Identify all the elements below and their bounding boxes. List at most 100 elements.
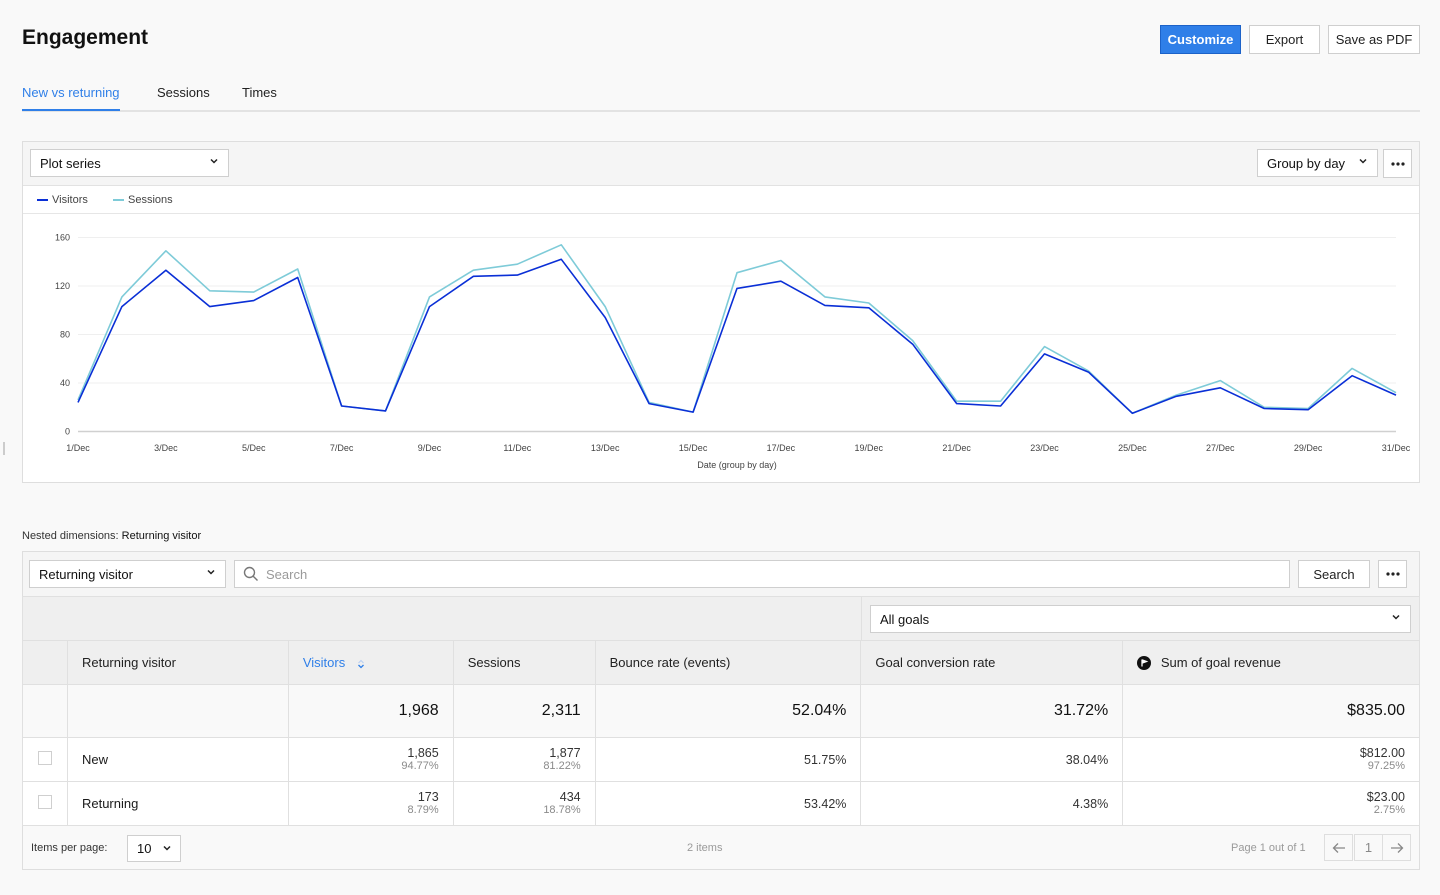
x-tick-label: 7/Dec xyxy=(330,443,354,453)
header-select-cell xyxy=(22,640,68,685)
x-tick-label: 27/Dec xyxy=(1206,443,1235,453)
row-sessions: 1,877 xyxy=(549,746,581,760)
search-input[interactable] xyxy=(266,566,1289,582)
chart-toolbar: Plot series Group by day xyxy=(23,142,1419,186)
customize-button[interactable]: Customize xyxy=(1160,25,1241,54)
row-conversion-value: 4.38% xyxy=(1072,797,1109,811)
legend-swatch-sessions xyxy=(113,199,124,201)
page-title: Engagement xyxy=(22,26,149,49)
row-select-cell xyxy=(22,737,68,782)
header-bounce-rate[interactable]: Bounce rate (events) xyxy=(594,640,862,685)
x-tick-label: 25/Dec xyxy=(1118,443,1147,453)
row-revenue-cell: $812.00 97.25% xyxy=(1122,737,1420,782)
line-chart: 0 40 80 120 160 1/Dec 3/Dec 5/Dec 7/Dec 9/Dec 11/D… xyxy=(55,233,1411,471)
header-goal-conversion-rate[interactable]: Goal conversion rate xyxy=(860,640,1124,685)
totals-label-cell xyxy=(66,684,289,738)
y-tick-label: 0 xyxy=(65,427,70,437)
x-tick-label: 31/Dec xyxy=(1382,443,1411,453)
next-page-button[interactable] xyxy=(1382,834,1411,861)
x-tick-label: 15/Dec xyxy=(679,443,708,453)
row-visitors: 173 xyxy=(417,790,439,804)
items-per-page-select[interactable]: 10 xyxy=(127,835,181,862)
chart-more-button[interactable] xyxy=(1383,149,1412,178)
chevron-down-icon xyxy=(163,845,171,851)
row-visitors-pct: 8.79% xyxy=(407,804,439,816)
y-tick-label: 40 xyxy=(60,378,70,388)
x-tick-label: 23/Dec xyxy=(1030,443,1059,453)
row-bounce-rate: 53.42% xyxy=(594,781,862,826)
ellipsis-icon xyxy=(1390,161,1405,166)
header-sessions[interactable]: Sessions xyxy=(452,640,596,685)
row-sessions-pct: 18.78% xyxy=(543,804,581,816)
group-by-select[interactable]: Group by day xyxy=(1257,149,1378,177)
chevron-down-icon xyxy=(1392,614,1400,620)
goals-divider xyxy=(861,597,862,641)
export-button[interactable]: Export xyxy=(1249,25,1320,54)
chevron-down-icon xyxy=(210,158,218,164)
legend-swatch-visitors xyxy=(37,199,48,201)
chart-legend: Visitors Sessions xyxy=(23,186,1419,214)
save-as-pdf-button[interactable]: Save as PDF xyxy=(1328,25,1420,54)
x-tick-label: 21/Dec xyxy=(942,443,971,453)
search-button[interactable]: Search xyxy=(1298,560,1370,588)
header-visitors[interactable]: Visitors xyxy=(287,640,454,685)
table-row[interactable]: Returning 173 8.79% 434 18.78% 53.42% 4.38… xyxy=(22,781,1420,826)
table-header-row: Returning visitor Visitors Sessions Boun… xyxy=(22,640,1420,685)
row-bounce-rate: 51.75% xyxy=(594,737,862,782)
x-tick-label: 17/Dec xyxy=(767,443,796,453)
table-more-button[interactable] xyxy=(1378,560,1407,588)
x-tick-label: 13/Dec xyxy=(591,443,620,453)
row-checkbox[interactable] xyxy=(37,795,52,809)
legend-label-sessions: Sessions xyxy=(128,194,173,206)
row-name: New xyxy=(66,737,289,782)
arrow-left-icon xyxy=(1332,842,1345,853)
row-checkbox[interactable] xyxy=(37,751,52,765)
row-sessions-cell: 434 18.78% xyxy=(452,781,596,826)
legend-item-visitors[interactable]: Visitors xyxy=(37,194,88,206)
total-goal-revenue: $835.00 xyxy=(1122,684,1420,738)
row-bounce-value: 51.75% xyxy=(804,753,847,767)
items-per-page-label: Items per page: xyxy=(31,842,108,854)
tab-times[interactable]: Times xyxy=(242,85,277,109)
items-per-page-value: 10 xyxy=(137,841,152,856)
tab-sessions[interactable]: Sessions xyxy=(157,85,210,109)
x-axis-title: Date (group by day) xyxy=(697,460,777,470)
plot-series-select[interactable]: Plot series xyxy=(30,149,229,177)
tab-bar: New vs returning Sessions Times xyxy=(22,82,1420,112)
x-tick-label: 1/Dec xyxy=(66,443,90,453)
goals-select-label: All goals xyxy=(880,611,930,627)
ellipsis-icon xyxy=(1385,572,1400,576)
arrow-right-icon xyxy=(1390,842,1403,853)
x-tick-label: 19/Dec xyxy=(855,443,884,453)
header-returning-visitor[interactable]: Returning visitor xyxy=(66,640,289,685)
row-revenue-pct: 2.75% xyxy=(1373,804,1405,816)
header-visitors-label: Visitors xyxy=(302,655,346,670)
table-row[interactable]: New 1,865 94.77% 1,877 81.22% 51.75% 38.04… xyxy=(22,737,1420,782)
previous-page-button[interactable] xyxy=(1324,834,1353,861)
dimension-select-label: Returning visitor xyxy=(39,566,133,582)
row-sessions-pct: 81.22% xyxy=(543,760,581,772)
row-visitors-cell: 1,865 94.77% xyxy=(287,737,454,782)
header-sum-goal-revenue[interactable]: Sum of goal revenue xyxy=(1122,640,1420,685)
items-count: 2 items xyxy=(687,842,723,854)
row-name: Returning xyxy=(66,781,289,826)
row-sessions: 434 xyxy=(559,790,581,804)
y-tick-label: 120 xyxy=(55,281,70,291)
chevron-down-icon xyxy=(207,569,215,575)
goals-select[interactable]: All goals xyxy=(870,605,1411,633)
resize-handle[interactable] xyxy=(3,442,5,455)
legend-item-sessions[interactable]: Sessions xyxy=(113,194,173,206)
dimension-select[interactable]: Returning visitor xyxy=(29,560,226,588)
group-by-label: Group by day xyxy=(1267,155,1346,171)
current-page[interactable]: 1 xyxy=(1354,834,1383,861)
search-field[interactable] xyxy=(234,560,1290,588)
chevron-down-icon xyxy=(1359,158,1367,164)
tab-new-vs-returning[interactable]: New vs returning xyxy=(22,85,120,111)
goal-flag-icon xyxy=(1137,656,1152,671)
x-tick-label: 3/Dec xyxy=(154,443,178,453)
row-goal-conversion: 38.04% xyxy=(860,737,1124,782)
row-revenue-cell: $23.00 2.75% xyxy=(1122,781,1420,826)
total-sessions: 2,311 xyxy=(452,684,596,738)
row-conversion-value: 38.04% xyxy=(1065,753,1109,767)
table-toolbar: Returning visitor Search xyxy=(22,551,1420,597)
